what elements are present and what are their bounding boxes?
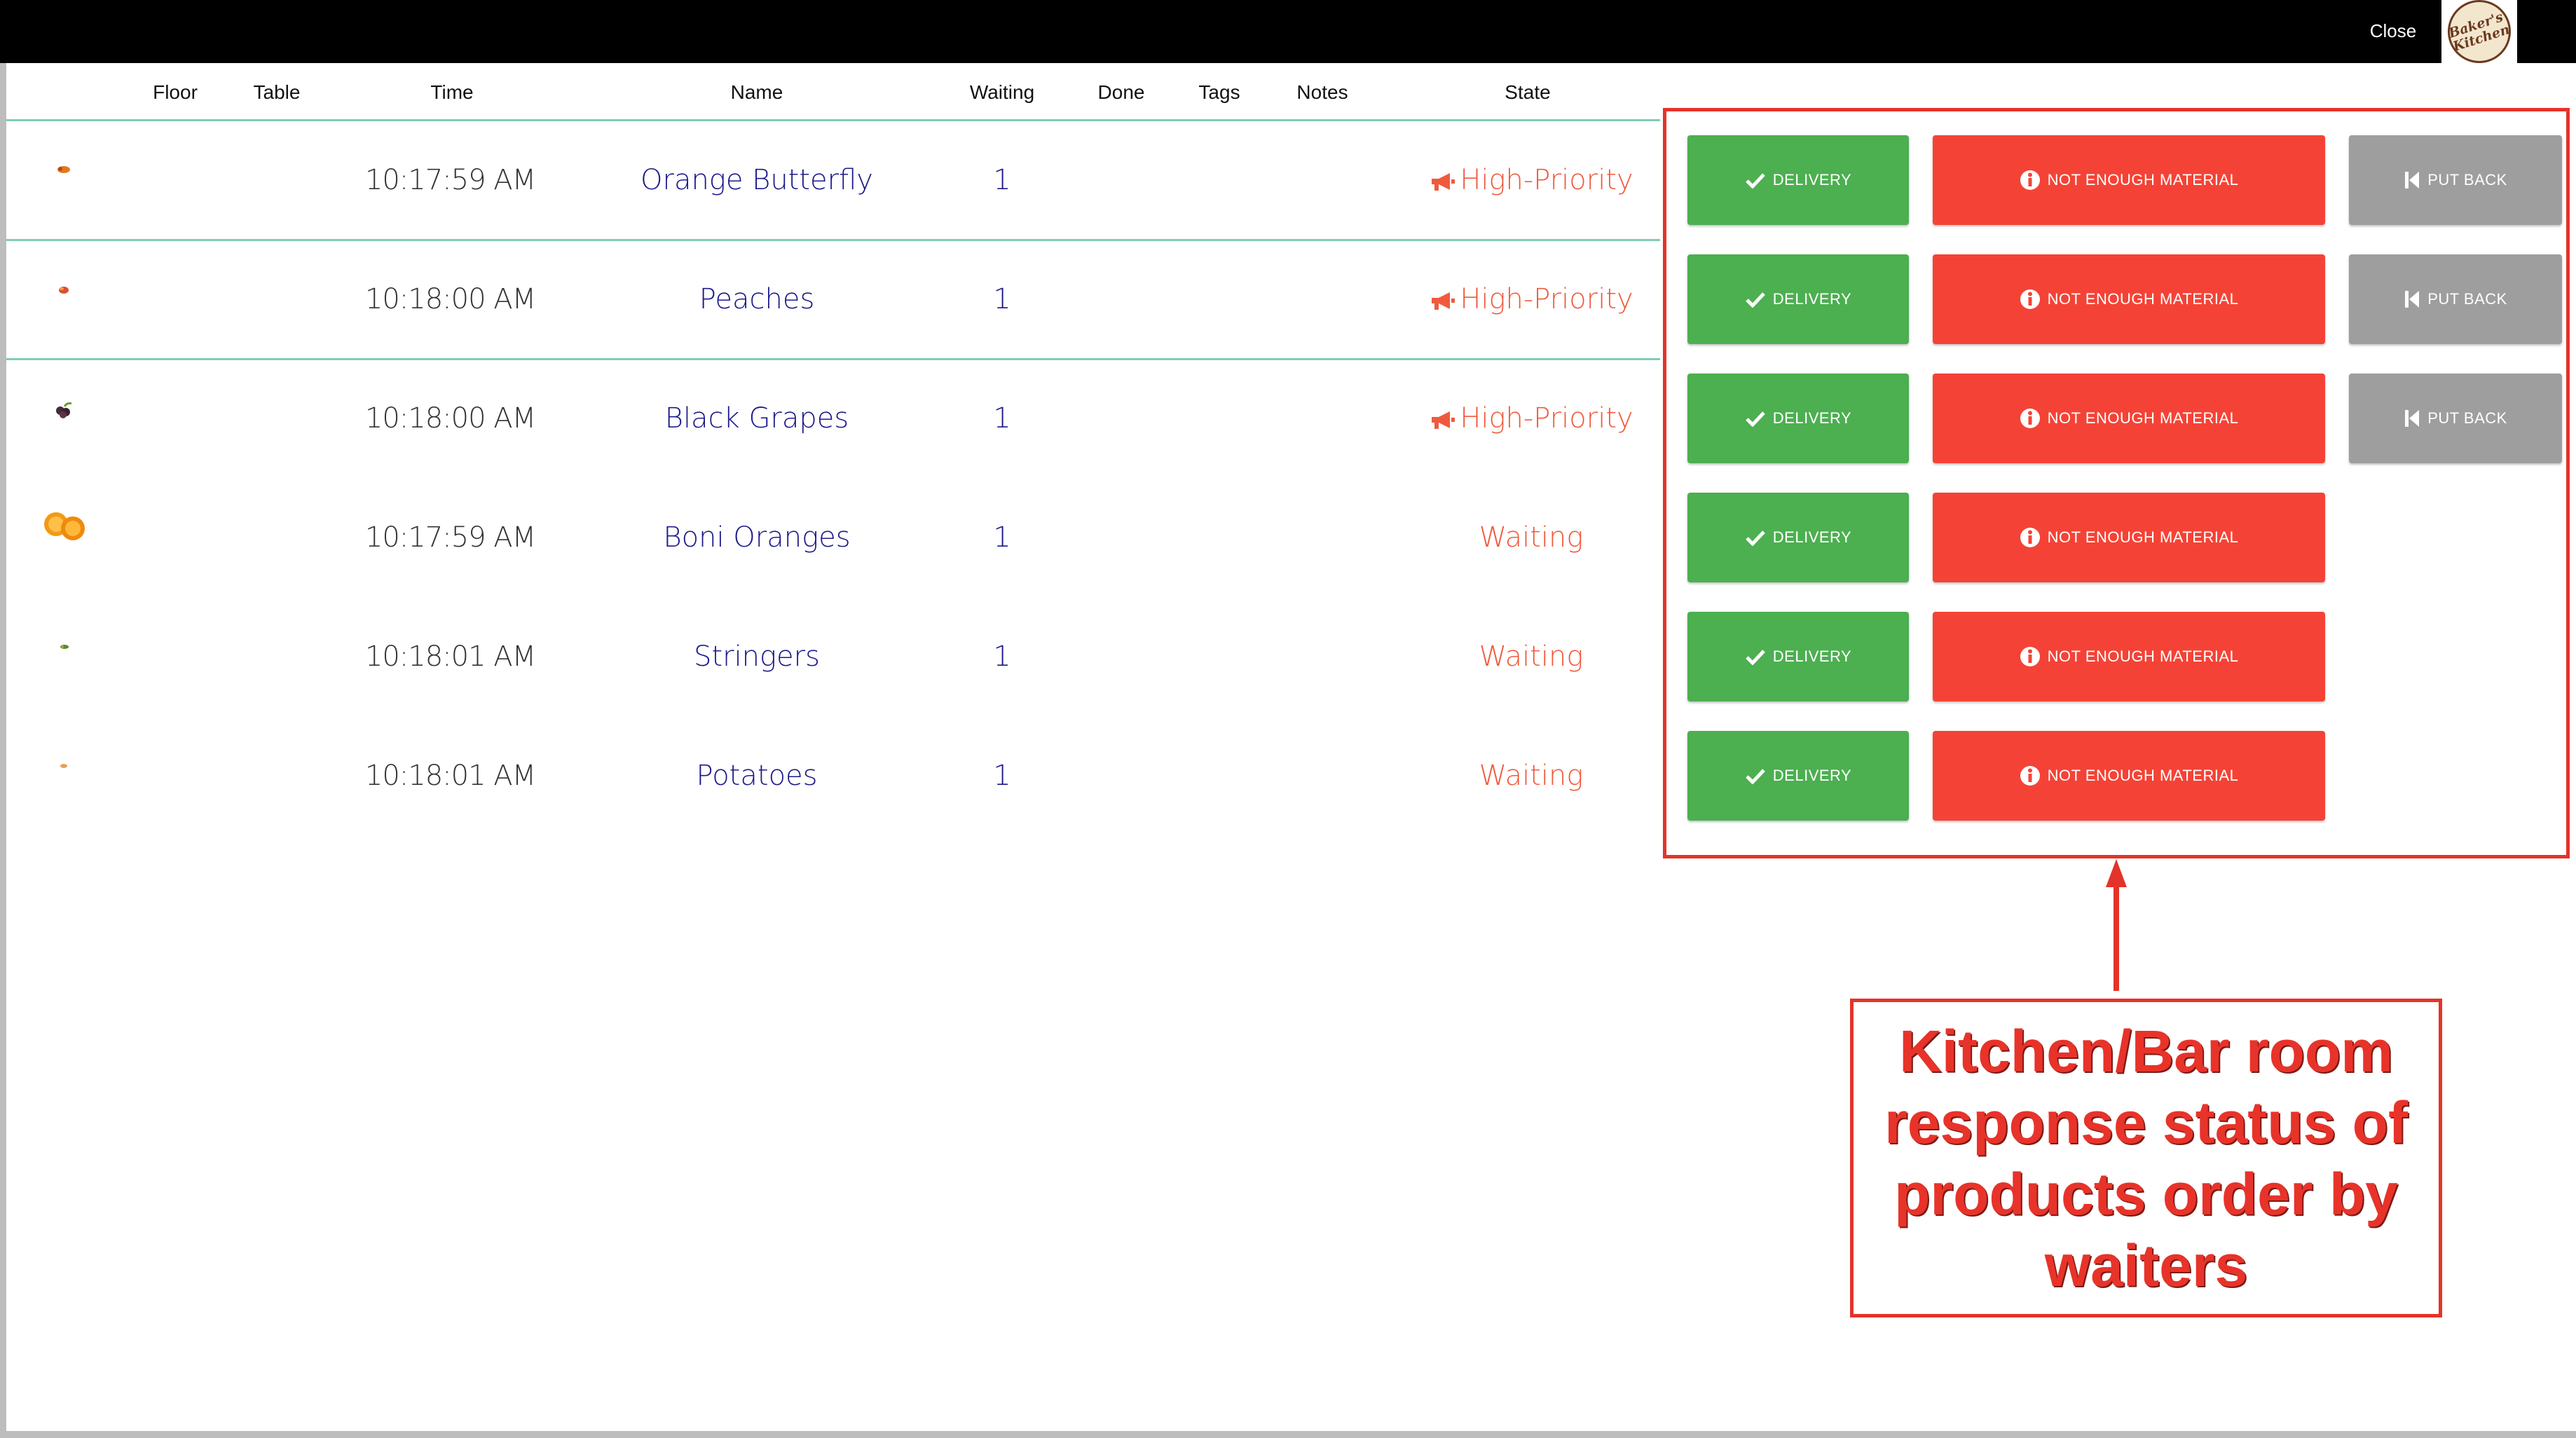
peaches-thumbnail	[59, 287, 69, 294]
product-name: Black Grapes	[664, 402, 849, 434]
annotation-text: Kitchen/Bar room response status of prod…	[1884, 1018, 2408, 1299]
row-divider	[6, 358, 1660, 360]
bakers-kitchen-logo: Baker's Kitchen	[2441, 0, 2517, 63]
state-text: Waiting	[1479, 641, 1584, 673]
state-text: Waiting	[1479, 521, 1584, 554]
product-name: Stringers	[694, 641, 820, 673]
column-header-name: Name	[730, 81, 783, 103]
logo-wordmark: Baker's Kitchen	[2446, 9, 2512, 55]
state-text: High-Priority	[1460, 283, 1633, 315]
potatoes-thumbnail	[60, 764, 67, 768]
column-header-floor: Floor	[153, 81, 198, 103]
arrow-up-icon	[2106, 859, 2127, 887]
order-time: 10:17:59 AM	[364, 164, 536, 196]
waiting-count: 1	[993, 641, 1011, 673]
column-header-state: State	[1505, 81, 1551, 103]
annotation-callout: Kitchen/Bar room response status of prod…	[1850, 999, 2442, 1317]
waiting-count: 1	[993, 164, 1011, 196]
column-header-waiting: Waiting	[969, 81, 1035, 103]
order-time: 10:18:00 AM	[364, 283, 536, 315]
stringers-thumbnail	[60, 645, 69, 649]
waiting-count: 1	[993, 402, 1011, 434]
order-time: 10:17:59 AM	[364, 521, 536, 554]
waiting-count: 1	[993, 521, 1011, 554]
actions-highlight-box	[1663, 108, 2570, 858]
order-time: 10:18:01 AM	[364, 641, 536, 673]
close-button[interactable]: Close	[2369, 17, 2418, 45]
boni-oranges-thumbnail	[44, 512, 85, 540]
product-name: Boni Oranges	[663, 521, 851, 554]
state-text: High-Priority	[1460, 402, 1633, 434]
top-bar: Close Baker's Kitchen	[0, 0, 2576, 63]
column-header-table: Table	[253, 81, 301, 103]
product-name: Peaches	[699, 283, 815, 315]
order-time: 10:18:01 AM	[364, 760, 536, 792]
state-text: High-Priority	[1460, 164, 1633, 196]
column-header-notes: Notes	[1296, 81, 1348, 103]
product-name: Potatoes	[696, 760, 818, 792]
column-header-time: Time	[430, 81, 474, 103]
row-divider	[6, 239, 1660, 241]
state-label: High-Priority	[1402, 275, 1661, 324]
window-left-edge	[0, 0, 6, 1438]
state-label: High-Priority	[1402, 156, 1661, 205]
orange-butterfly-thumbnail	[57, 166, 70, 173]
megaphone-icon	[1432, 173, 1455, 191]
megaphone-icon	[1432, 411, 1455, 429]
waiting-count: 1	[993, 283, 1011, 315]
column-header-tags: Tags	[1198, 81, 1240, 103]
arrow-shaft	[2113, 884, 2119, 991]
order-time: 10:18:00 AM	[364, 402, 536, 434]
product-name: Orange Butterfly	[640, 164, 873, 196]
header-divider	[6, 119, 1660, 121]
megaphone-icon	[1432, 292, 1455, 310]
waiting-count: 1	[993, 760, 1011, 792]
kitchen-display-screen: Close Baker's Kitchen Floor Table Time Na…	[0, 0, 2576, 1438]
black-grapes-thumbnail	[56, 402, 72, 418]
window-bottom-edge	[0, 1431, 2576, 1438]
logo-badge: Baker's Kitchen	[2446, 0, 2512, 63]
state-label: High-Priority	[1402, 394, 1661, 443]
column-header-done: Done	[1097, 81, 1145, 103]
state-text: Waiting	[1479, 760, 1584, 792]
